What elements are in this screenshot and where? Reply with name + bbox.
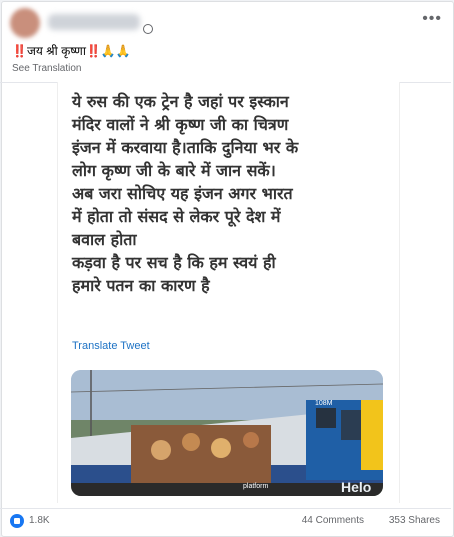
tweet-line: इंजन में करवाया है।ताकि दुनिया भर के xyxy=(72,138,299,157)
tweet-line: मंदिर वालों ने श्री कृष्ण जी का चित्रण xyxy=(72,115,289,134)
emoji-marks: ‼️ xyxy=(85,44,101,58)
post-footer: 1.8K 44 Comments 353 Shares xyxy=(10,514,442,530)
emoji-marks: ‼️ xyxy=(12,44,27,58)
globe-icon xyxy=(143,24,153,34)
tweet-line: कड़वा है पर सच है कि हम स्वयं ही xyxy=(72,253,276,272)
divider xyxy=(0,508,451,509)
comments-count[interactable]: 44 Comments xyxy=(302,515,364,526)
avatar[interactable] xyxy=(10,8,40,38)
tweet-line: ये रुस की एक ट्रेन है जहां पर इस्कान xyxy=(72,92,289,111)
reaction-count[interactable]: 1.8K xyxy=(29,515,50,526)
see-translation-link[interactable]: See Translation xyxy=(12,63,82,74)
tweet-line: बवाल होता xyxy=(72,230,137,249)
tweet-line: लोग कृष्ण जी के बारे में जान सकें। xyxy=(72,161,276,180)
tweet-line: हमारे पतन का कारण है xyxy=(72,276,210,295)
post-caption: ‼️जय श्री कृष्णा‼️🙏🙏 xyxy=(12,42,131,59)
helo-watermark: Helo xyxy=(341,479,371,495)
train-caption: platform xyxy=(243,483,268,490)
tweet-line: में होता तो संसद से लेकर पूरे देश में xyxy=(72,207,281,226)
post-header: ••• xyxy=(10,8,446,38)
pray-emoji: 🙏🙏 xyxy=(100,44,131,58)
author-name-redacted[interactable] xyxy=(48,14,140,30)
more-options-icon[interactable]: ••• xyxy=(422,11,442,27)
train-number: 108M xyxy=(315,400,333,407)
like-icon[interactable] xyxy=(10,514,24,528)
tweet-line: अब जरा सोचिए यह इंजन अगर भारत xyxy=(72,184,293,203)
shares-count[interactable]: 353 Shares xyxy=(389,515,440,526)
train-image[interactable]: 108M platform Helo xyxy=(71,370,383,496)
tweet-text: ये रुस की एक ट्रेन है जहां पर इस्कान मंद… xyxy=(72,90,392,297)
caption-text: जय श्री कृष्णा xyxy=(26,44,86,58)
translate-tweet-link[interactable]: Translate Tweet xyxy=(72,340,150,352)
